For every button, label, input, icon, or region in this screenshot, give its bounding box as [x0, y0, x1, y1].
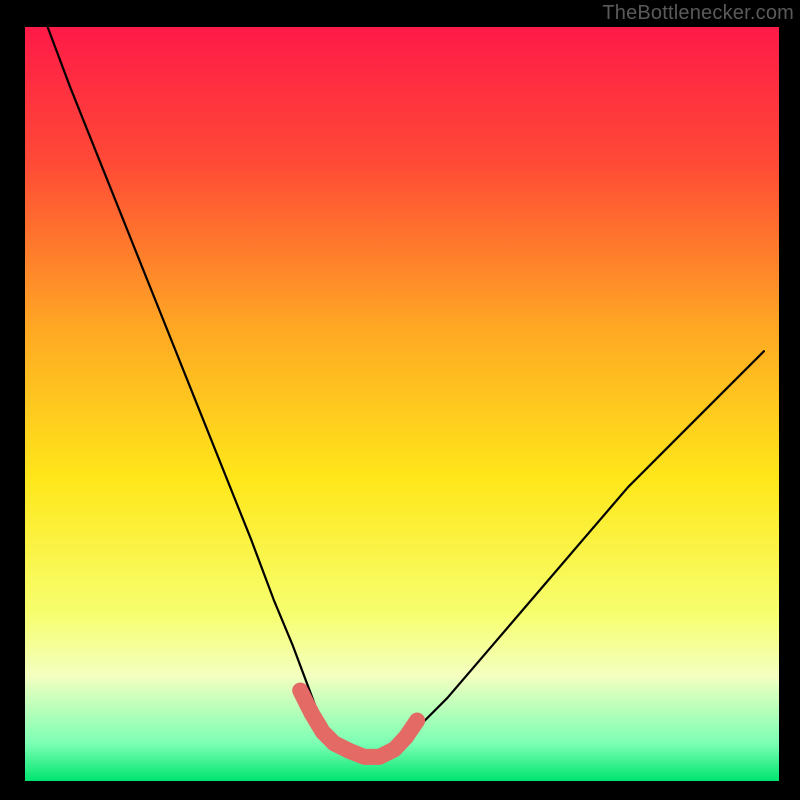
attribution-label: TheBottlenecker.com: [602, 2, 794, 25]
chart-background: [25, 27, 779, 781]
chart-container: TheBottlenecker.com: [0, 0, 800, 800]
chart-svg: [0, 0, 800, 800]
highlight-dot: [409, 713, 425, 729]
highlight-dot: [398, 729, 414, 745]
